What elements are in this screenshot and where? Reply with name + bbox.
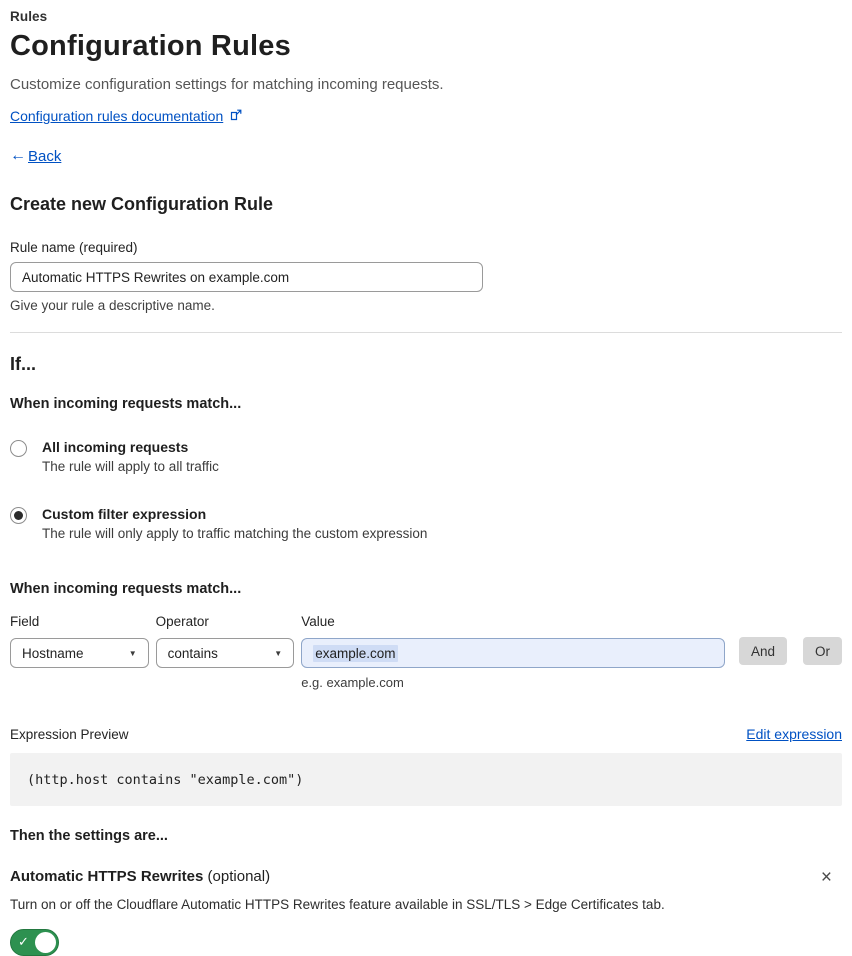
setting-title-optional: (optional) [203,868,271,885]
field-label: Field [10,614,40,629]
create-rule-heading: Create new Configuration Rule [10,194,274,214]
radio-checked-icon[interactable] [10,507,27,524]
field-select[interactable]: Hostname ▼ [10,638,149,668]
or-button[interactable]: Or [803,637,842,665]
section-divider [10,332,842,333]
back-arrow-icon: ← [10,147,26,164]
chevron-down-icon: ▼ [128,648,137,658]
then-heading: Then the settings are... [10,828,168,844]
operator-select[interactable]: contains ▼ [155,638,295,668]
match-type-radio-group: All incoming requests The rule will appl… [10,439,842,541]
match-heading: When incoming requests match... [10,396,242,412]
and-button[interactable]: And [738,637,787,665]
setting-title: Automatic HTTPS Rewrites (optional) [10,868,270,885]
external-link-icon [230,108,242,124]
radio-option-label: All incoming requests [42,439,189,455]
edit-expression-link[interactable]: Edit expression [746,726,842,742]
if-heading: If... [10,354,36,374]
radio-option-description: The rule will apply to all traffic [42,459,219,474]
radio-option-custom-expression[interactable]: Custom filter expression The rule will o… [10,506,842,541]
value-help: e.g. example.com [301,675,404,690]
page-title: Configuration Rules [10,30,291,62]
rule-name-input[interactable] [10,262,483,292]
radio-option-label: Custom filter expression [42,506,207,522]
setting-description: Turn on or off the Cloudflare Automatic … [10,897,665,912]
breadcrumb: Rules [10,9,48,24]
value-input-text: example.com [313,644,398,662]
https-rewrites-toggle[interactable]: ✓ [10,929,59,956]
expression-preview-code: (http.host contains "example.com") [10,753,842,806]
field-select-value: Hostname [22,645,84,661]
chevron-down-icon: ▼ [274,648,283,658]
toggle-knob [35,932,56,953]
value-input[interactable]: example.com [301,638,725,668]
documentation-link[interactable]: Configuration rules documentation [10,108,223,124]
radio-option-all-requests[interactable]: All incoming requests The rule will appl… [10,439,842,474]
value-label: Value [301,614,335,629]
operator-select-value: contains [167,645,218,661]
page-subtitle: Customize configuration settings for mat… [10,76,444,93]
rule-name-label: Rule name (required) [10,240,138,255]
builder-heading: When incoming requests match... [10,581,242,597]
radio-option-description: The rule will only apply to traffic matc… [42,526,428,541]
radio-unchecked-icon[interactable] [10,440,27,457]
close-icon[interactable]: × [817,868,836,887]
expression-builder-row: Field Hostname ▼ Operator contains ▼ Val… [10,614,842,690]
expression-preview-label: Expression Preview [10,727,129,742]
operator-label: Operator [155,614,209,629]
checkmark-icon: ✓ [18,934,29,949]
setting-title-name: Automatic HTTPS Rewrites [10,868,204,885]
rule-name-help: Give your rule a descriptive name. [10,298,215,313]
back-link[interactable]: Back [28,148,61,165]
